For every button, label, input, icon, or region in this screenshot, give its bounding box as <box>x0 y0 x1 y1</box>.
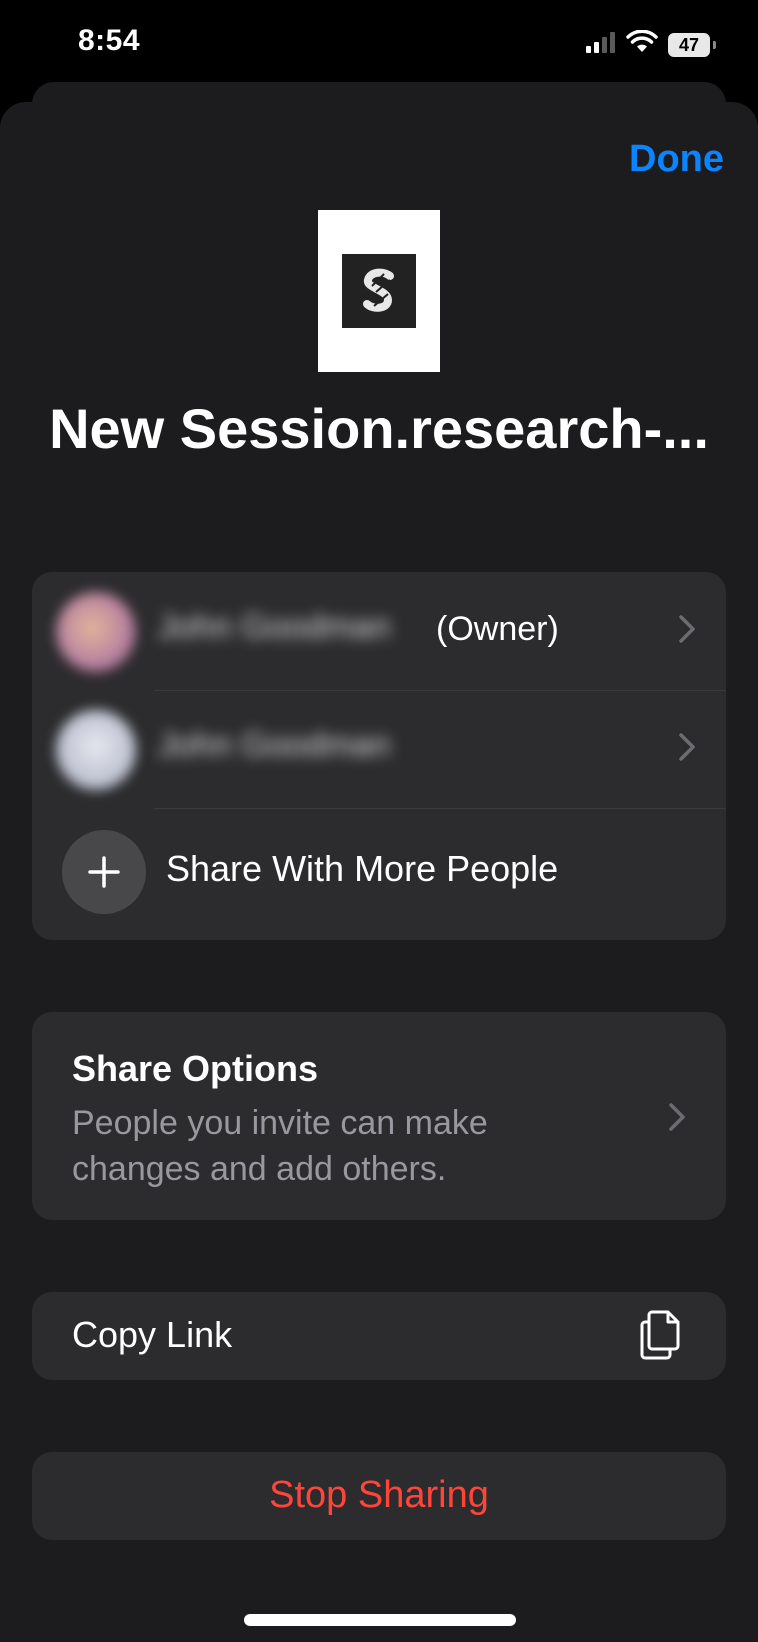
copy-icon <box>638 1308 684 1367</box>
chevron-right-icon <box>668 1102 686 1137</box>
chevron-right-icon <box>678 614 696 649</box>
document-thumbnail <box>318 210 440 372</box>
status-icons: 47 <box>586 29 716 59</box>
done-button[interactable]: Done <box>629 138 724 181</box>
avatar <box>56 710 136 790</box>
wifi-icon <box>626 29 658 59</box>
home-indicator[interactable] <box>244 1614 516 1626</box>
stop-sharing-label: Stop Sharing <box>269 1474 489 1516</box>
plus-icon <box>62 830 146 914</box>
participant-name: John Goodman <box>158 608 391 646</box>
participant-name: John Goodman <box>158 726 391 764</box>
participant-row[interactable]: John Goodman (Owner) <box>32 572 726 690</box>
share-options-button[interactable]: Share Options People you invite can make… <box>32 1012 726 1220</box>
status-time: 8:54 <box>78 24 141 57</box>
share-options-description: People you invite can make changes and a… <box>72 1104 488 1188</box>
document-title: New Session.research-... <box>49 397 709 460</box>
cellular-signal-icon <box>586 31 616 58</box>
avatar <box>56 592 136 672</box>
copy-link-label: Copy Link <box>72 1314 233 1355</box>
stop-sharing-button[interactable]: Stop Sharing <box>32 1452 726 1540</box>
battery-icon: 47 <box>668 32 716 57</box>
status-bar: 8:54 47 <box>0 0 758 90</box>
chevron-right-icon <box>678 732 696 767</box>
share-with-more-people-button[interactable]: Share With More People <box>32 808 726 926</box>
participant-row[interactable]: John Goodman <box>32 690 726 808</box>
share-options-title: Share Options <box>72 1048 319 1089</box>
owner-label: (Owner) <box>436 610 559 648</box>
copy-link-button[interactable]: Copy Link <box>32 1292 726 1380</box>
share-sheet: Done New Session.research-... John Goodm… <box>0 102 758 1642</box>
participants-list: John Goodman (Owner) John Goodman Share … <box>32 572 726 940</box>
app-logo-icon <box>342 254 416 328</box>
share-with-more-people-label: Share With More People <box>166 848 559 889</box>
